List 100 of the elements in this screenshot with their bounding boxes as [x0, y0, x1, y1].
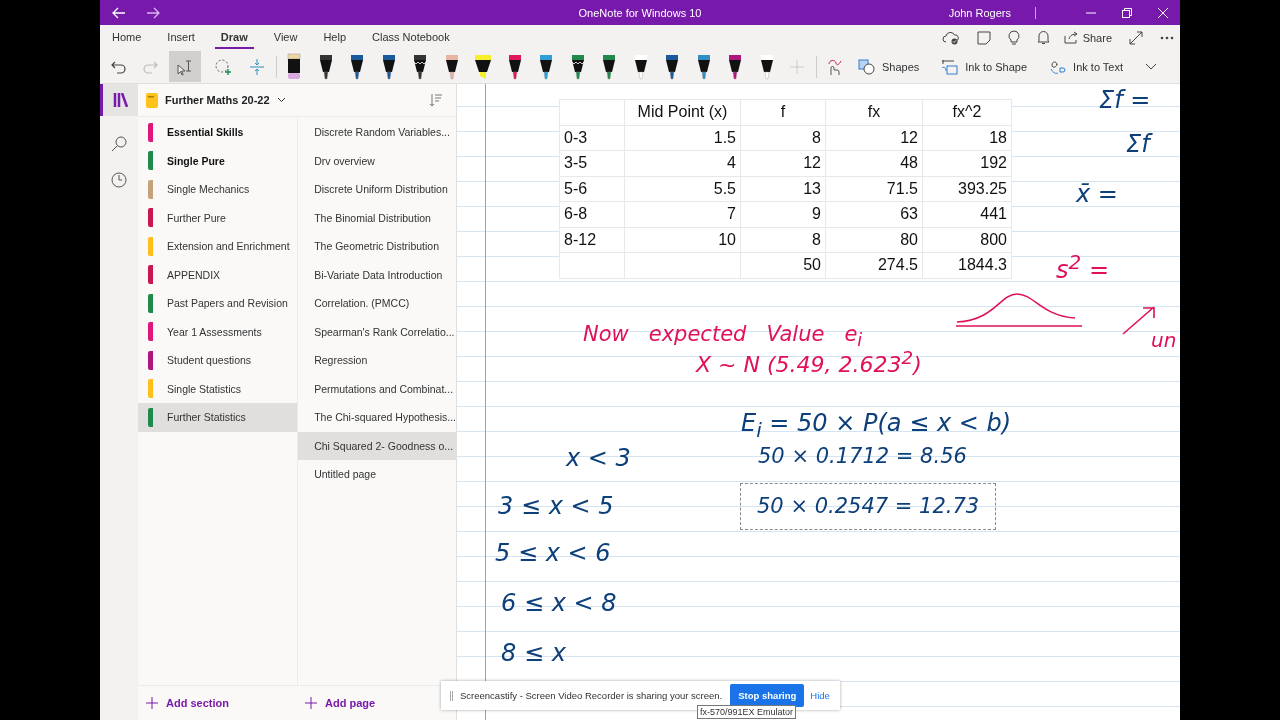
section-item[interactable]: Year 1 Assessments — [138, 317, 298, 346]
lightbulb-icon[interactable] — [1007, 30, 1020, 45]
handwritten-note: s$^{2}$ = — [1056, 250, 1109, 285]
page-item[interactable]: Permutations and Combinat... — [298, 374, 456, 403]
plus-icon — [146, 697, 158, 709]
forward-icon[interactable] — [146, 6, 160, 19]
section-item[interactable]: Extension and Enrichment — [138, 232, 298, 261]
table-cell: 80 — [825, 227, 923, 253]
table-cell: 8-12 — [559, 227, 625, 253]
pen-tool[interactable] — [726, 52, 744, 81]
section-item[interactable]: Further Pure — [138, 203, 298, 232]
page-item[interactable]: Untitled page — [298, 460, 456, 489]
sort-icon[interactable] — [430, 93, 442, 107]
ribbon-tab[interactable]: Help — [317, 26, 353, 49]
page-item[interactable]: Drv overview — [298, 146, 456, 175]
ribbon-tab[interactable]: Insert — [161, 26, 201, 49]
pen-tool[interactable] — [600, 52, 618, 81]
table-cell: 10 — [624, 227, 741, 253]
notebook-picker[interactable]: Further Maths 20-22 — [146, 92, 286, 108]
note-page[interactable] — [457, 84, 1180, 720]
ribbon-button[interactable]: Shapes — [858, 58, 920, 75]
pen-tool[interactable] — [663, 52, 681, 81]
ribbon-tab[interactable]: Home — [106, 26, 148, 49]
ribbon-tab[interactable]: View — [267, 26, 304, 49]
bell-icon[interactable] — [1036, 30, 1050, 45]
table-cell: 441 — [922, 201, 1012, 227]
ribbon-button[interactable]: Ink to Text — [1049, 57, 1124, 76]
page-item[interactable]: The Binomial Distribution — [298, 203, 456, 232]
sticky-note-icon[interactable] — [976, 30, 991, 45]
page-item[interactable]: Spearman's Rank Correlatio... — [298, 317, 456, 346]
chevron-down-icon — [276, 97, 286, 103]
table-cell: 3-5 — [559, 150, 625, 176]
tooltip: fx-570/991EX Emulator — [697, 705, 797, 719]
share-button[interactable]: Share — [1063, 31, 1112, 44]
notebooks-icon[interactable] — [100, 84, 138, 116]
stop-sharing-button[interactable]: Stop sharing — [730, 684, 805, 707]
ribbon-tab[interactable]: Draw — [214, 26, 254, 49]
ribbon-button[interactable]: Ink to Shape — [941, 58, 1028, 75]
page-item[interactable]: Bi-Variate Data Introduction — [298, 260, 456, 289]
page-item[interactable]: Chi Squared 2- Goodness o... — [298, 431, 456, 460]
page-item[interactable]: The Chi-squared Hypothesis... — [298, 403, 456, 432]
page-item[interactable]: Correlation. (PMCC) — [298, 289, 456, 318]
page-item[interactable]: Discrete Random Variables... — [298, 118, 456, 147]
cloud-sync-icon[interactable] — [941, 30, 960, 45]
cursor-text-icon — [176, 57, 194, 76]
section-item[interactable]: Essential Skills — [138, 118, 298, 147]
table-cell: 5-6 — [559, 176, 625, 202]
more-icon[interactable] — [1160, 35, 1174, 40]
back-icon[interactable] — [112, 6, 126, 19]
lasso-add-icon[interactable] — [214, 57, 234, 76]
add-page-button[interactable]: Add page — [297, 697, 456, 709]
table-cell: 5.5 — [624, 176, 741, 202]
section-item[interactable]: Single Pure — [138, 146, 298, 175]
page-item[interactable]: Regression — [298, 346, 456, 375]
column-header: f — [740, 99, 826, 125]
page-item[interactable]: The Geometric Distribution — [298, 232, 456, 261]
hide-button[interactable]: Hide — [810, 690, 830, 701]
pen-tool[interactable] — [411, 52, 429, 81]
section-item[interactable]: Single Statistics — [138, 374, 298, 403]
table-cell: 48 — [825, 150, 923, 176]
pen-tool[interactable] — [474, 52, 492, 81]
section-item[interactable]: Further Statistics — [138, 403, 298, 432]
restore-icon[interactable] — [1122, 7, 1132, 18]
table-cell: 800 — [922, 227, 1012, 253]
section-item[interactable]: APPENDIX — [138, 260, 298, 289]
add-space-icon[interactable] — [249, 57, 265, 76]
pen-tool[interactable] — [537, 52, 555, 81]
clock-icon[interactable] — [111, 172, 127, 188]
ribbon-tab[interactable]: Class Notebook — [366, 26, 456, 49]
text-select-tool[interactable] — [169, 51, 201, 82]
table-cell: 12 — [825, 125, 923, 151]
handwritten-note: x < 3 — [566, 444, 631, 473]
chevron-down-icon[interactable] — [1145, 62, 1158, 71]
notebook-icon — [146, 92, 158, 108]
expand-icon[interactable] — [1129, 30, 1143, 45]
table-cell: 274.5 — [825, 252, 923, 278]
section-item[interactable]: Student questions — [138, 346, 298, 375]
handwritten-note: x̄ = — [1076, 180, 1118, 209]
table-cell: 50 — [740, 252, 826, 278]
handwritten-note: Σf = — [1099, 86, 1151, 115]
column-header: fx — [825, 99, 923, 125]
add-section-button[interactable]: Add section — [138, 697, 297, 709]
touch-draw-icon[interactable] — [825, 57, 843, 76]
pen-tool[interactable] — [285, 52, 303, 81]
table-cell: 393.25 — [922, 176, 1012, 202]
drag-handle[interactable] — [450, 690, 453, 701]
pen-tool[interactable] — [348, 52, 366, 81]
search-icon[interactable] — [111, 136, 127, 152]
page-item[interactable]: Discrete Uniform Distribution — [298, 175, 456, 204]
section-item[interactable]: Single Mechanics — [138, 175, 298, 204]
table-cell: 8 — [740, 227, 826, 253]
handwritten-note: E$_{i}$ = 50 × P(a ≤ x < b) — [741, 409, 1012, 442]
table-cell: 13 — [740, 176, 826, 202]
table-cell: 4 — [624, 150, 741, 176]
section-item[interactable]: Past Papers and Revision — [138, 289, 298, 318]
column-header: Mid Point (x) — [624, 99, 741, 125]
plus-icon — [305, 697, 317, 709]
table-cell: 8 — [740, 125, 826, 151]
user-name[interactable]: John Rogers — [948, 6, 1011, 19]
close-icon[interactable] — [1158, 7, 1168, 18]
